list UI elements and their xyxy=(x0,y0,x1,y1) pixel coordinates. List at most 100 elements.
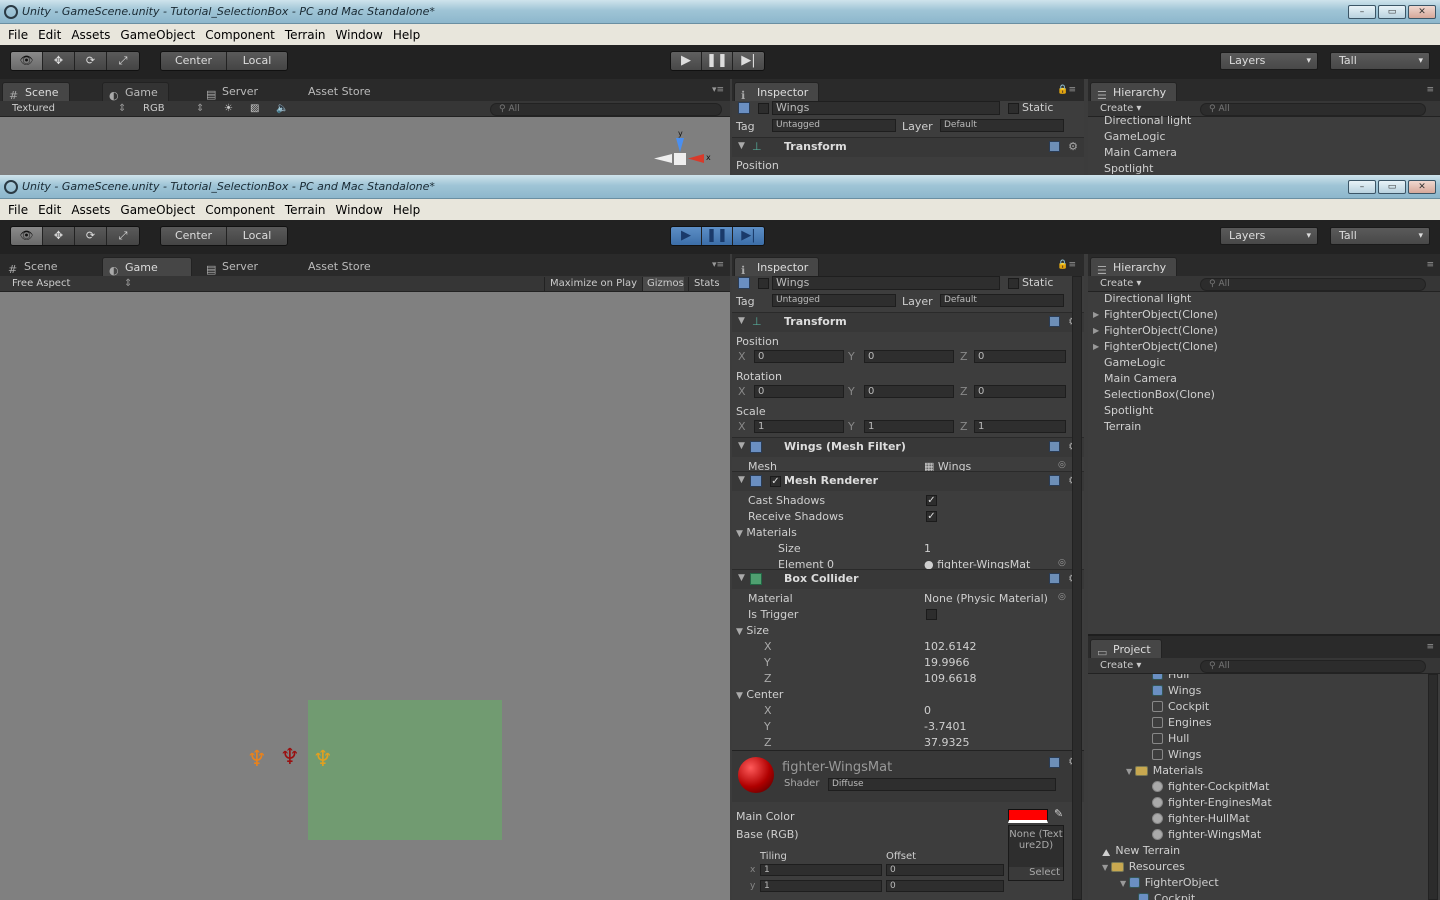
game-viewport[interactable]: ♆ ♆ ♆ xyxy=(0,292,730,900)
maximize-button[interactable]: ▭ xyxy=(1378,5,1406,19)
menu-terrain[interactable]: Terrain xyxy=(280,28,331,42)
eyedropper-icon[interactable]: ✎ xyxy=(1054,807,1063,820)
active-checkbox[interactable] xyxy=(758,278,769,289)
panel-menu-icon[interactable]: ≡ xyxy=(1426,642,1434,652)
offset-x-field[interactable]: 0 xyxy=(886,864,1004,876)
inspector-lock-icon[interactable]: 🔒≡ xyxy=(1057,85,1076,95)
menu-component[interactable]: Component xyxy=(200,203,280,217)
position-x-field[interactable]: 0 xyxy=(754,350,844,363)
scene-fx-icon[interactable]: ▨ xyxy=(250,102,259,116)
texture-select-button[interactable]: Select xyxy=(1009,867,1063,880)
main-color-swatch[interactable] xyxy=(1008,809,1048,823)
position-z-field[interactable]: 0 xyxy=(974,350,1066,363)
size-x-field[interactable]: 102.6142 xyxy=(924,640,977,653)
collapse-arrow-icon[interactable]: ▼ xyxy=(1126,767,1135,776)
project-create-button[interactable]: Create ▾ xyxy=(1100,659,1141,673)
rotation-y-field[interactable]: 0 xyxy=(864,385,954,398)
hierarchy-item[interactable]: SelectionBox(Clone) xyxy=(1104,388,1215,401)
offset-y-field[interactable]: 0 xyxy=(886,880,1004,892)
project-item[interactable]: ⛰ New Terrain xyxy=(1102,844,1180,859)
transform-header[interactable]: ▼ ⊥ Transform ⚙ xyxy=(732,312,1084,332)
move-tool-icon[interactable]: ✥ xyxy=(43,52,75,70)
project-item[interactable]: Cockpit xyxy=(1152,700,1209,713)
menu-component[interactable]: Component xyxy=(200,28,280,42)
help-book-icon[interactable] xyxy=(1049,475,1060,486)
scale-z-field[interactable]: 1 xyxy=(974,420,1066,433)
object-picker-icon[interactable]: ◎ xyxy=(1058,460,1066,470)
layers-dropdown[interactable]: Layers xyxy=(1220,227,1318,245)
tab-server[interactable]: ▤ Server xyxy=(200,257,268,276)
tiling-x-field[interactable]: 1 xyxy=(760,864,882,876)
project-scrollbar[interactable] xyxy=(1428,674,1438,900)
layer-dropdown[interactable]: Default xyxy=(940,119,1064,132)
menu-help[interactable]: Help xyxy=(388,203,425,217)
menu-file[interactable]: File xyxy=(3,203,33,217)
close-button[interactable]: ✕ xyxy=(1408,180,1436,194)
menu-gameobject[interactable]: GameObject xyxy=(115,28,200,42)
shading-mode-dropdown[interactable]: Textured xyxy=(12,102,55,116)
move-tool-icon[interactable]: ✥ xyxy=(43,227,75,245)
project-item[interactable]: Wings xyxy=(1152,748,1201,761)
hierarchy-item[interactable]: ▶ FighterObject(Clone) xyxy=(1093,308,1218,321)
menu-edit[interactable]: Edit xyxy=(33,203,66,217)
hierarchy-item[interactable]: GameLogic xyxy=(1104,356,1166,369)
scene-lighting-icon[interactable]: ☀ xyxy=(224,102,233,116)
mesh-renderer-header[interactable]: ▼ ✓ Mesh Renderer ⚙ xyxy=(732,471,1084,491)
pivot-center-button[interactable]: Center xyxy=(161,52,227,70)
collapse-arrow-icon[interactable]: ▼ xyxy=(1102,863,1111,872)
layout-dropdown[interactable]: Tall xyxy=(1330,52,1430,70)
pause-button-icon[interactable]: ❚❚ xyxy=(702,227,733,245)
tab-game[interactable]: ◐ Game xyxy=(102,257,192,277)
active-checkbox[interactable] xyxy=(758,103,769,114)
help-book-icon[interactable] xyxy=(1049,573,1060,584)
step-button-icon[interactable]: ▶| xyxy=(733,52,764,70)
object-name-field[interactable]: Wings xyxy=(772,101,1000,115)
help-book-icon[interactable] xyxy=(1049,316,1060,327)
texture-slot[interactable]: None (Texture2D) Select xyxy=(1008,825,1064,881)
pivot-local-button[interactable]: Local xyxy=(227,227,287,245)
mesh-renderer-enabled-checkbox[interactable]: ✓ xyxy=(770,476,781,487)
hierarchy-item[interactable]: ▶ FighterObject(Clone) xyxy=(1093,324,1218,337)
tab-asset-store[interactable]: Asset Store xyxy=(300,82,381,101)
project-item[interactable]: fighter-WingsMat xyxy=(1152,828,1261,841)
settings-gear-icon[interactable]: ⚙ xyxy=(1068,140,1078,153)
size-z-field[interactable]: 109.6618 xyxy=(924,672,977,685)
hierarchy-item[interactable]: Directional light xyxy=(1104,292,1191,305)
rotate-tool-icon[interactable]: ⟳ xyxy=(75,52,107,70)
project-search-input[interactable]: ⚲ All xyxy=(1200,660,1426,673)
box-collider-header[interactable]: ▼ Box Collider ⚙ xyxy=(732,569,1084,589)
center-foldout[interactable]: ▼ Center xyxy=(736,688,783,701)
hierarchy-item[interactable]: GameLogic xyxy=(1104,130,1166,143)
scale-y-field[interactable]: 1 xyxy=(864,420,954,433)
collapse-arrow-icon[interactable]: ▼ xyxy=(1120,879,1129,888)
rotation-x-field[interactable]: 0 xyxy=(754,385,844,398)
rotation-z-field[interactable]: 0 xyxy=(974,385,1066,398)
close-button[interactable]: ✕ xyxy=(1408,5,1436,19)
tab-game[interactable]: ◐ Game xyxy=(102,82,169,102)
step-button-icon[interactable]: ▶| xyxy=(733,227,764,245)
panel-menu-icon[interactable]: ▾≡ xyxy=(712,260,724,270)
play-button-icon[interactable]: ▶ xyxy=(671,52,702,70)
hierarchy-create-button[interactable]: Create ▾ xyxy=(1100,277,1141,291)
view-tool-eye-icon[interactable]: 👁 xyxy=(11,52,43,70)
expand-arrow-icon[interactable]: ▶ xyxy=(1093,326,1099,335)
expand-arrow-icon[interactable]: ▶ xyxy=(1093,342,1099,351)
materials-foldout[interactable]: ▼ Materials xyxy=(736,526,797,539)
tab-inspector[interactable]: ℹ Inspector xyxy=(734,257,820,277)
minimize-button[interactable]: – xyxy=(1348,5,1376,19)
hierarchy-search-input[interactable]: ⚲ All xyxy=(1200,103,1426,116)
object-name-field[interactable]: Wings xyxy=(772,276,1000,290)
project-item[interactable]: fighter-CockpitMat xyxy=(1152,780,1269,793)
aspect-dropdown[interactable]: Free Aspect xyxy=(12,277,70,291)
project-item[interactable]: Cockpit xyxy=(1138,892,1195,900)
project-item[interactable]: Hull xyxy=(1152,674,1189,681)
menu-help[interactable]: Help xyxy=(388,28,425,42)
project-item[interactable]: Wings xyxy=(1152,684,1201,697)
menu-assets[interactable]: Assets xyxy=(66,203,115,217)
pivot-center-button[interactable]: Center xyxy=(161,227,227,245)
receive-shadows-checkbox[interactable]: ✓ xyxy=(926,511,937,522)
hierarchy-item[interactable]: Main Camera xyxy=(1104,146,1177,159)
layers-dropdown[interactable]: Layers xyxy=(1220,52,1318,70)
expand-arrow-icon[interactable]: ▶ xyxy=(1093,310,1099,319)
fighter-amber-icon[interactable]: ♆ xyxy=(313,749,333,771)
